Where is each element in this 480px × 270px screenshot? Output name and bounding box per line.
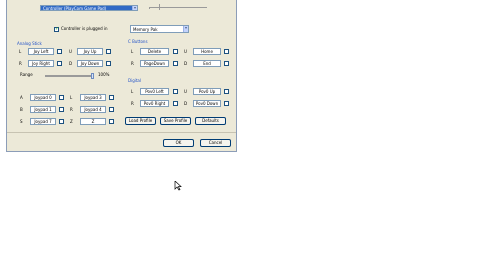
analog-down-field[interactable]: Joy Down (77, 60, 103, 67)
c-left-label: L (131, 49, 134, 54)
dialog-divider (7, 132, 236, 133)
c-up-field[interactable]: Home (193, 48, 221, 55)
button-z-checkbox[interactable] (109, 119, 114, 124)
cancel-button[interactable]: Cancel (200, 139, 231, 147)
analog-down-checkbox[interactable] (106, 61, 111, 66)
top-slider-tick (159, 4, 160, 10)
button-r-checkbox[interactable] (109, 107, 114, 112)
button-r-field[interactable]: Joypad 4 (80, 106, 106, 113)
digital-right-field[interactable]: Pov0 Right (140, 100, 169, 107)
button-a-label: A (20, 95, 23, 100)
digital-down-field[interactable]: Pov0 Down (193, 100, 221, 107)
c-down-field[interactable]: End (193, 60, 221, 67)
digital-right-checkbox[interactable] (173, 101, 178, 106)
analog-up-checkbox[interactable] (106, 49, 111, 54)
analog-right-label: R (19, 61, 22, 66)
c-buttons-group-title: C Buttons (128, 39, 148, 44)
c-left-checkbox[interactable] (173, 49, 178, 54)
chevron-down-icon[interactable]: ▾ (183, 26, 188, 32)
button-b-field[interactable]: Joypad 1 (30, 106, 56, 113)
analog-left-label: L (19, 49, 22, 54)
pak-select[interactable]: Memory Pak ▾ (130, 25, 189, 33)
c-right-field[interactable]: PageDown (140, 60, 169, 67)
button-b-label: B (20, 107, 23, 112)
button-l-checkbox[interactable] (109, 95, 114, 100)
controller-select[interactable]: Controller (PlayCom Game Pad) ▾ (40, 5, 138, 11)
c-right-checkbox[interactable] (173, 61, 178, 66)
analog-down-label: D (69, 61, 73, 66)
c-up-label: U (184, 49, 187, 54)
c-right-label: R (131, 61, 134, 66)
button-a-checkbox[interactable] (59, 95, 64, 100)
range-label: Range (20, 72, 33, 77)
chevron-down-icon[interactable]: ▾ (132, 6, 137, 10)
analog-right-checkbox[interactable] (57, 61, 62, 66)
pak-select-value: Memory Pak (133, 27, 158, 32)
analog-left-checkbox[interactable] (57, 49, 62, 54)
plugged-in-checkbox[interactable] (54, 26, 59, 32)
controller-config-dialog: Controller (PlayCom Game Pad) ▾ Controll… (6, 0, 237, 152)
top-slider-track[interactable] (149, 7, 207, 9)
digital-left-field[interactable]: Pov0 Left (140, 88, 169, 95)
save-profile-button[interactable]: Save Profile (160, 117, 191, 125)
load-profile-button[interactable]: Load Profile (125, 117, 156, 125)
button-l-field[interactable]: Joypad 3 (80, 94, 106, 101)
button-l-label: L (70, 95, 73, 100)
c-left-field[interactable]: Delete (140, 48, 169, 55)
analog-up-label: U (69, 49, 72, 54)
ok-button[interactable]: OK (163, 139, 194, 147)
c-up-checkbox[interactable] (224, 49, 229, 54)
digital-down-checkbox[interactable] (224, 101, 229, 106)
defaults-button[interactable]: Defaults (195, 117, 226, 125)
c-down-checkbox[interactable] (224, 61, 229, 66)
button-z-field[interactable]: Z (80, 118, 106, 125)
analog-left-field[interactable]: Joy Left (28, 48, 54, 55)
button-r-label: R (70, 107, 73, 112)
digital-group-title: Digital (128, 78, 141, 83)
range-slider-track[interactable] (45, 75, 93, 77)
button-b-checkbox[interactable] (59, 107, 64, 112)
button-s-checkbox[interactable] (59, 119, 64, 124)
analog-up-field[interactable]: Joy Up (77, 48, 103, 55)
digital-left-label: L (131, 89, 134, 94)
digital-up-checkbox[interactable] (224, 89, 229, 94)
button-z-label: Z (70, 119, 73, 124)
button-s-label: S (20, 119, 23, 124)
c-down-label: D (184, 61, 188, 66)
range-value: 100% (98, 72, 110, 77)
range-slider-thumb[interactable] (91, 73, 94, 79)
digital-left-checkbox[interactable] (173, 89, 178, 94)
button-s-field[interactable]: Joypad 7 (30, 118, 56, 125)
analog-right-field[interactable]: Joy Right (28, 60, 54, 67)
digital-up-field[interactable]: Pov0 Up (193, 88, 221, 95)
digital-down-label: D (184, 101, 188, 106)
controller-select-value: Controller (PlayCom Game Pad) (43, 6, 107, 11)
digital-up-label: U (184, 89, 187, 94)
digital-right-label: R (131, 101, 134, 106)
button-a-field[interactable]: Joypad 0 (30, 94, 56, 101)
plugged-in-label: Controller is plugged in (61, 26, 108, 31)
analog-stick-group-title: Analog Stick (17, 41, 42, 46)
